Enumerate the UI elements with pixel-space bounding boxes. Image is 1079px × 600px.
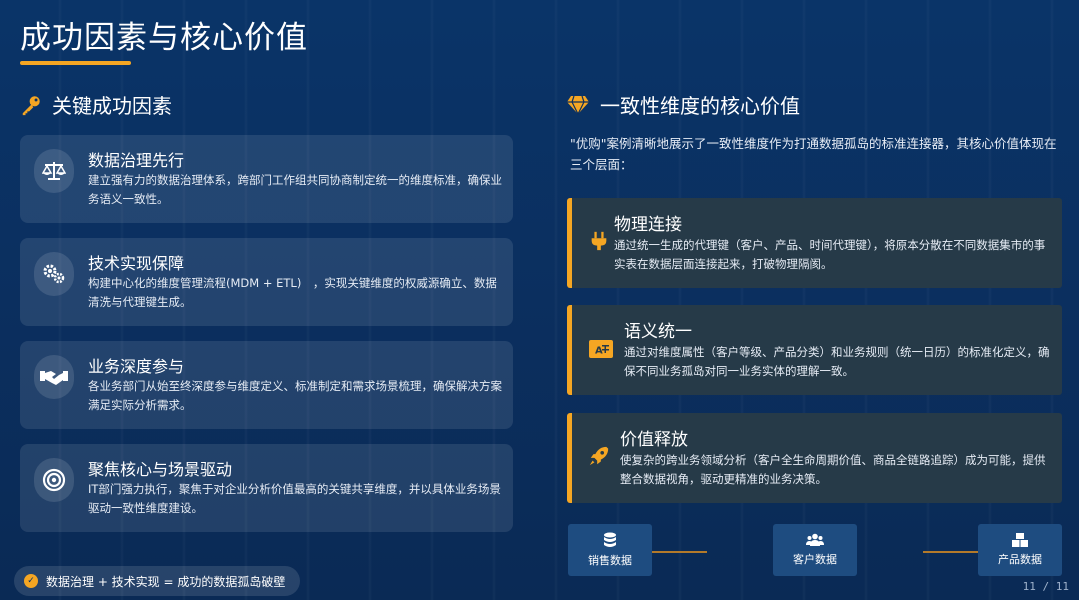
data-box-label: 产品数据 <box>998 553 1042 566</box>
card-title: 技术实现保障 <box>88 254 185 273</box>
key-factors-title: 关键成功因素 <box>52 94 172 118</box>
card-description: 构建中心化的维度管理流程(MDM + ETL) ，实现关键维度的权威源确立、数据… <box>88 276 497 309</box>
database-icon <box>604 532 616 547</box>
summary-text: 数据治理 + 技术实现 = 成功的数据孤岛破壁 <box>46 574 286 589</box>
factor-card-business: 业务深度参与 各业务部门从始至终深度参与维度定义、标准制定和需求场景梳理，确保解… <box>20 341 513 429</box>
intro-text: "优购"案例清晰地展示了一致性维度作为打通数据孤岛的标准连接器，其核心价值体现在… <box>570 136 1057 172</box>
page-title: 成功因素与核心价值 <box>20 20 308 56</box>
data-box-label: 销售数据 <box>588 554 632 567</box>
connector-line <box>652 551 707 553</box>
core-value-heading: 一致性维度的核心价值 <box>566 90 800 119</box>
title-underline <box>20 61 131 65</box>
check-icon: ✓ <box>24 574 38 588</box>
plug-icon <box>591 231 607 251</box>
factor-card-focus: 聚焦核心与场景驱动 IT部门强力执行，聚焦于对企业分析价值最高的关键共享维度，并… <box>20 444 513 532</box>
page-indicator: 11 / 11 <box>1022 580 1069 593</box>
icon-badge <box>34 355 74 399</box>
card-title: 业务深度参与 <box>88 357 185 376</box>
data-box-product: 产品数据 <box>978 524 1062 576</box>
summary-pill: ✓ 数据治理 + 技术实现 = 成功的数据孤岛破壁 <box>14 566 300 596</box>
card-description: IT部门强力执行，聚焦于对企业分析价值最高的关键共享维度，并以具体业务场景驱动一… <box>88 482 501 515</box>
value-title: 语义统一 <box>624 322 692 342</box>
value-card-semantic: A 语义统一 通过对维度属性（客户等级、产品分类）和业务规则（统一日历）的标准化… <box>567 305 1062 395</box>
card-title: 数据治理先行 <box>88 151 185 170</box>
card-description: 各业务部门从始至终深度参与维度定义、标准制定和需求场景梳理，确保解决方案满足实际… <box>88 379 502 412</box>
factor-card-governance: 数据治理先行 建立强有力的数据治理体系，跨部门工作组共同协商制定统一的维度标准，… <box>20 135 513 223</box>
gears-icon <box>43 264 65 284</box>
icon-badge <box>34 149 74 193</box>
key-icon <box>22 95 40 115</box>
data-box-sales: 销售数据 <box>568 524 652 576</box>
scale-icon <box>42 162 66 180</box>
svg-text:A: A <box>595 346 603 357</box>
value-title: 价值释放 <box>620 430 688 450</box>
rocket-icon <box>589 446 609 466</box>
value-card-physical: 物理连接 通过统一生成的代理键（客户、产品、时间代理键），将原本分散在不同数据集… <box>567 198 1062 288</box>
value-card-release: 价值释放 使复杂的跨业务领域分析（客户全生命周期价值、商品全链路追踪）成为可能，… <box>567 413 1062 503</box>
target-icon <box>42 468 66 492</box>
value-description: 通过统一生成的代理键（客户、产品、时间代理键），将原本分散在不同数据集市的事实表… <box>614 238 1046 271</box>
factor-card-tech: 技术实现保障 构建中心化的维度管理流程(MDM + ETL) ，实现关键维度的权… <box>20 238 513 326</box>
handshake-icon <box>40 371 68 385</box>
card-title: 聚焦核心与场景驱动 <box>88 460 233 479</box>
icon-badge <box>34 252 74 296</box>
data-box-label: 客户数据 <box>793 553 837 566</box>
boxes-icon <box>1012 533 1028 547</box>
users-icon <box>806 533 824 546</box>
value-title: 物理连接 <box>614 215 682 235</box>
translate-icon: A <box>589 340 613 358</box>
card-description: 建立强有力的数据治理体系，跨部门工作组共同协商制定统一的维度标准，确保业务语义一… <box>88 173 502 206</box>
diamond-icon <box>567 95 589 115</box>
data-box-customer: 客户数据 <box>773 524 857 576</box>
icon-badge <box>34 458 74 502</box>
value-description: 使复杂的跨业务领域分析（客户全生命周期价值、商品全链路追踪）成为可能，提供整合数… <box>620 453 1046 486</box>
core-value-title: 一致性维度的核心价值 <box>600 94 800 118</box>
connector-line <box>923 551 978 553</box>
key-factors-heading: 关键成功因素 <box>20 90 172 119</box>
value-description: 通过对维度属性（客户等级、产品分类）和业务规则（统一日历）的标准化定义，确保不同… <box>624 345 1050 378</box>
